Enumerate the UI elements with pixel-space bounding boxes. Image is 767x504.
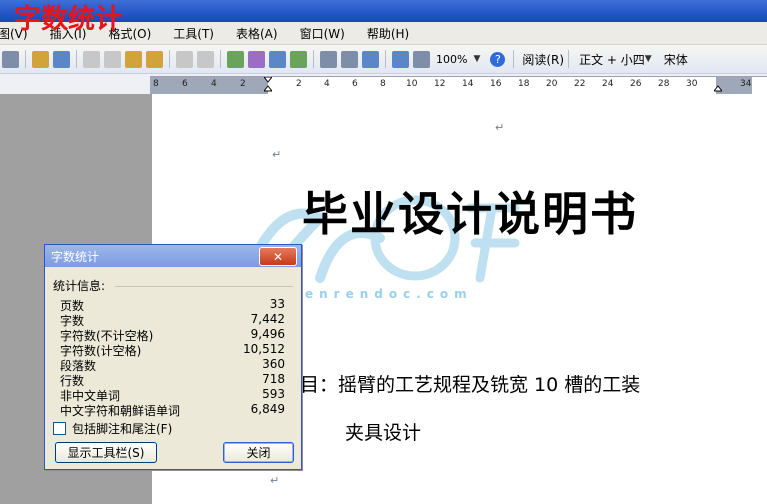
- tables-borders-icon[interactable]: [248, 50, 265, 68]
- paste-icon[interactable]: [125, 50, 142, 68]
- stat-label: 中文字符和朝鲜语单词: [60, 404, 181, 418]
- close-icon[interactable]: ✕: [259, 247, 297, 266]
- chevron-down-icon[interactable]: ▼: [645, 54, 652, 64]
- cut-icon[interactable]: [83, 50, 100, 68]
- footnotes-checkbox[interactable]: [53, 422, 66, 435]
- ruler-tick: 8: [380, 79, 386, 89]
- ruler-tick: 28: [658, 79, 670, 89]
- ruler-margin-left: [150, 77, 268, 94]
- ruler-tick: 18: [518, 79, 530, 89]
- show-hide-icon[interactable]: [392, 50, 409, 68]
- menu-table[interactable]: 表格(A): [236, 25, 278, 42]
- excel-icon[interactable]: [290, 50, 307, 68]
- toolbar-separator: [220, 50, 221, 68]
- ruler-tick: 4: [324, 79, 330, 89]
- stat-value: 6,849: [250, 402, 285, 416]
- footnotes-checkbox-row[interactable]: 包括脚注和尾注(F): [53, 420, 172, 437]
- dialog-title-bar[interactable]: 字数统计 ✕: [45, 245, 301, 267]
- columns-icon[interactable]: [320, 50, 337, 68]
- spelling-icon[interactable]: [32, 50, 49, 68]
- ruler-tick: 6: [182, 79, 188, 89]
- copy-icon[interactable]: [104, 50, 121, 68]
- standard-toolbar: 100% ▼ ? 阅读(R) 正文 + 小四 ▼ 宋体: [0, 45, 767, 74]
- drawing-icon[interactable]: [341, 50, 358, 68]
- menu-tools[interactable]: 工具(T): [173, 25, 214, 42]
- ruler-tick: 8: [153, 79, 159, 89]
- toolbar-separator: [169, 50, 170, 68]
- ruler-tick: 2: [296, 79, 302, 89]
- ruler-tick: 2: [240, 79, 246, 89]
- ruler-tick: 14: [462, 79, 474, 89]
- format-painter-icon[interactable]: [146, 50, 163, 68]
- menu-help[interactable]: 帮助(H): [367, 25, 409, 42]
- read-button[interactable]: 阅读(R): [522, 51, 564, 68]
- document-map-icon[interactable]: [362, 50, 379, 68]
- ruler-tick: 30: [686, 79, 698, 89]
- ruler-tick: 4: [211, 79, 217, 89]
- stats-section-label: 统计信息:: [53, 279, 106, 293]
- ruler-tick: 16: [490, 79, 502, 89]
- overlay-title: 字数统计: [14, 4, 122, 35]
- ruler-tick: 34: [740, 79, 752, 89]
- close-button[interactable]: 关闭: [223, 442, 294, 463]
- document-title: 毕业设计说明书: [302, 187, 638, 241]
- paragraph-mark-icon: ↵: [495, 121, 505, 134]
- table-icon[interactable]: [269, 50, 286, 68]
- indent-marker-icon[interactable]: [264, 77, 272, 93]
- topic-line-2: 夹具设计: [345, 422, 422, 444]
- horizontal-ruler[interactable]: 8 6 4 2 2 4 6 8 10 12 14 16 18 20 22 24 …: [150, 76, 767, 95]
- word-count-dialog: 字数统计 ✕ 统计信息: 页数 33 字数 7,442 字符数(不计空格) 9,…: [44, 244, 302, 470]
- menu-window[interactable]: 窗口(W): [300, 25, 345, 42]
- print-preview-icon[interactable]: [2, 50, 19, 68]
- undo-icon[interactable]: [176, 50, 193, 68]
- toolbar-separator: [76, 50, 77, 68]
- footnotes-checkbox-label: 包括脚注和尾注(F): [72, 422, 173, 436]
- style-select[interactable]: 正文 + 小四: [579, 51, 645, 68]
- section-divider: [115, 286, 293, 287]
- show-toolbar-button[interactable]: 显示工具栏(S): [55, 442, 157, 463]
- ruler-tick: 22: [574, 79, 586, 89]
- chevron-down-icon[interactable]: ▼: [473, 54, 480, 64]
- help-icon[interactable]: ?: [490, 51, 506, 67]
- topic-line-1: 目：摇臂的工艺规程及铣宽 10 槽的工装: [300, 374, 641, 396]
- ruler-tick: 24: [602, 79, 614, 89]
- right-indent-icon[interactable]: [714, 77, 722, 93]
- redo-icon[interactable]: [197, 50, 214, 68]
- paragraph-mark-icon: ↵: [272, 148, 282, 161]
- toolbar-separator: [313, 50, 314, 68]
- ruler-tick: 20: [546, 79, 558, 89]
- ruler-tick: 6: [352, 79, 358, 89]
- dialog-title: 字数统计: [51, 249, 100, 264]
- zoom-select[interactable]: 100%: [436, 53, 467, 66]
- hyperlink-icon[interactable]: [227, 50, 244, 68]
- ruler-tick: 12: [434, 79, 446, 89]
- ruler-tick: 26: [630, 79, 642, 89]
- toolbar-separator: [25, 50, 26, 68]
- paragraph-mark-icon: ↵: [270, 474, 280, 487]
- toolbar-separator: [385, 50, 386, 68]
- toolbar-separator: [568, 50, 570, 68]
- paragraph-mark-icon[interactable]: [413, 50, 430, 68]
- research-icon[interactable]: [53, 50, 70, 68]
- stat-row: 中文字符和朝鲜语单词 6,849: [60, 402, 285, 419]
- font-select[interactable]: 宋体: [664, 51, 688, 68]
- toolbar-separator: [513, 50, 515, 68]
- ruler-tick: 10: [406, 79, 418, 89]
